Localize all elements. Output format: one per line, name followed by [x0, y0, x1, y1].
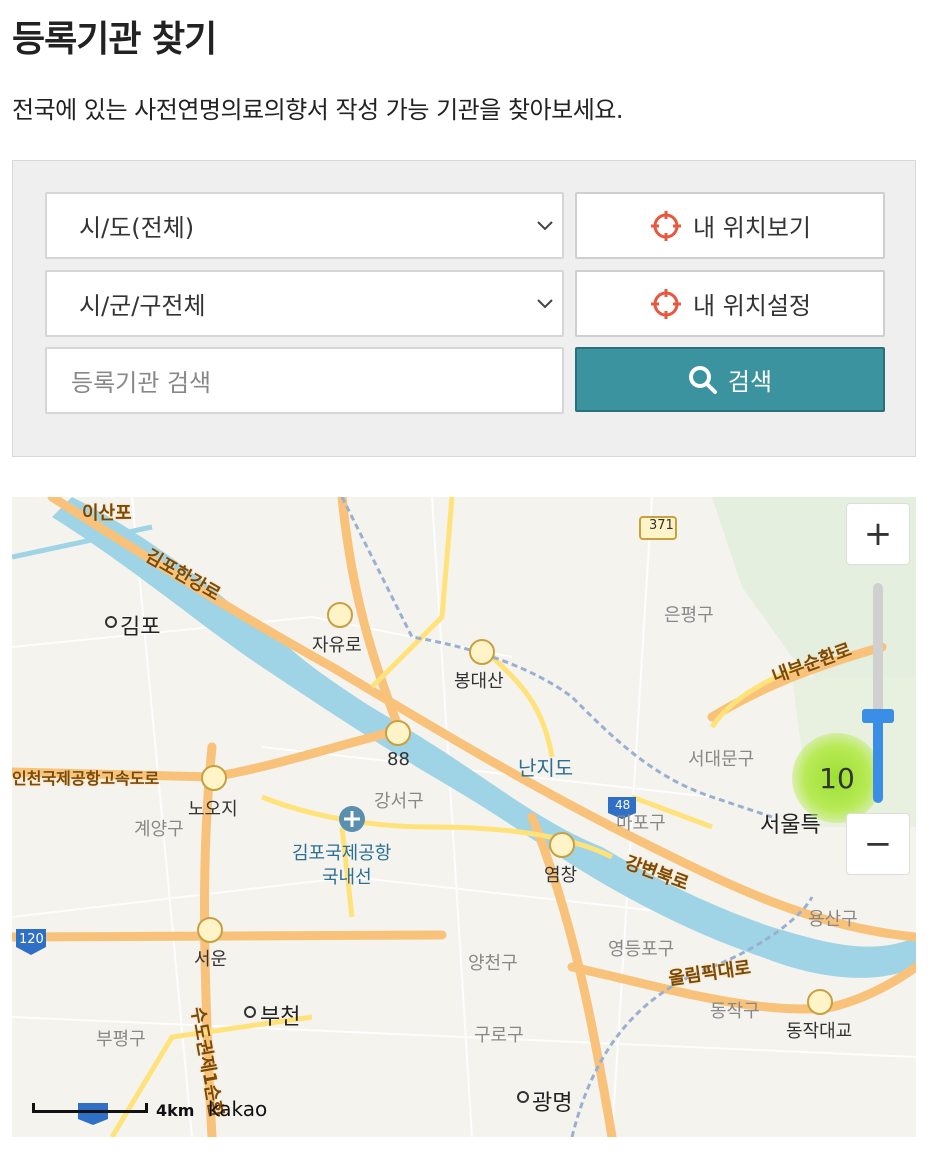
map-label-yeomchang: 염창 — [544, 865, 578, 886]
map-label-seoun: 서운 — [194, 949, 228, 970]
map-label-yongsangu: 용산구 — [808, 909, 858, 930]
chevron-down-icon — [537, 299, 553, 309]
route-sign-120: 120 — [19, 932, 44, 947]
kakao-logo: kakao — [208, 1097, 268, 1121]
district-select-value: 시/군/구전체 — [79, 292, 206, 320]
search-panel: 시/도(전체) 내 위치보기 시/군/구전체 내 위치설정 등록기관 검색 검색 — [12, 160, 916, 457]
zoom-out-button[interactable]: − — [846, 813, 910, 875]
region-select-value: 시/도(전체) — [79, 214, 195, 242]
location-target-icon — [650, 288, 681, 319]
scale-label: 4km — [156, 1101, 195, 1120]
district-select[interactable]: 시/군/구전체 — [45, 270, 564, 337]
map-label-gimpo-airport: 김포국제공항 — [292, 843, 392, 864]
map-label-gyeyanggu: 계양구 — [134, 819, 184, 840]
map-label-seodaemungu: 서대문구 — [688, 749, 755, 770]
map-label-nanjido: 난지도 — [518, 756, 574, 780]
map-label-jc88: 88 — [387, 749, 410, 770]
map-label-yangcheongu: 양천구 — [468, 953, 518, 974]
search-input[interactable]: 등록기관 검색 — [45, 347, 564, 414]
map-label-dongjakdaegyo: 동작대교 — [786, 1021, 853, 1042]
zoom-slider-fill — [873, 713, 883, 803]
route-sign-48: 48 — [615, 798, 631, 812]
zoom-slider-handle[interactable] — [862, 709, 894, 723]
map-label-bupyeonggu: 부평구 — [96, 1029, 146, 1050]
map-label-gwangmyeong: 광명 — [532, 1091, 573, 1116]
map-label-road: 인천국제공항고속도로 — [12, 769, 160, 788]
search-button[interactable]: 검색 — [575, 347, 885, 412]
map-label-gurogu: 구로구 — [474, 1025, 524, 1046]
map-label-bongdaesan: 봉대산 — [454, 671, 504, 692]
search-button-label: 검색 — [727, 368, 773, 396]
my-location-view-label: 내 위치보기 — [692, 214, 812, 242]
zoom-control: + − — [846, 503, 910, 875]
map-label-domestic: 국내선 — [322, 867, 372, 888]
page-title: 등록기관 찾기 — [12, 19, 217, 60]
my-location-view-button[interactable]: 내 위치보기 — [575, 192, 885, 259]
map-scale: 4km — [32, 1101, 194, 1120]
map-label-bucheon: 부천 — [260, 1005, 301, 1030]
map-label-yeongdeungpogu: 영등포구 — [608, 939, 675, 960]
my-location-set-button[interactable]: 내 위치설정 — [575, 270, 885, 337]
map-label-eunpyeonggu: 은평구 — [664, 605, 714, 626]
map-label-gangseogu: 강서구 — [374, 791, 424, 812]
map-label-dongjakgu: 동작구 — [710, 1001, 760, 1022]
map-label-mapogu: 마포구 — [616, 813, 666, 834]
scale-bar — [32, 1102, 148, 1113]
region-select[interactable]: 시/도(전체) — [45, 192, 564, 259]
map-label-nooji: 노오지 — [188, 799, 238, 820]
map-label-jayuro: 자유로 — [312, 635, 362, 656]
search-input-placeholder: 등록기관 검색 — [71, 369, 212, 397]
search-icon — [688, 365, 717, 394]
page-description: 전국에 있는 사전연명의료의향서 작성 가능 기관을 찾아보세요. — [12, 96, 623, 124]
chevron-down-icon — [537, 221, 553, 231]
map-label-gimpo: 김포 — [120, 615, 161, 640]
location-target-icon — [650, 210, 681, 241]
route-sign-371: 371 — [649, 518, 674, 533]
zoom-in-button[interactable]: + — [846, 503, 910, 565]
map[interactable]: 이산포 김포한강로 김포 자유로 봉대산 은평구 내부순환로 88 난지도 서대… — [12, 497, 916, 1137]
my-location-set-label: 내 위치설정 — [692, 292, 812, 320]
map-label-isanpo: 이산포 — [82, 503, 132, 524]
